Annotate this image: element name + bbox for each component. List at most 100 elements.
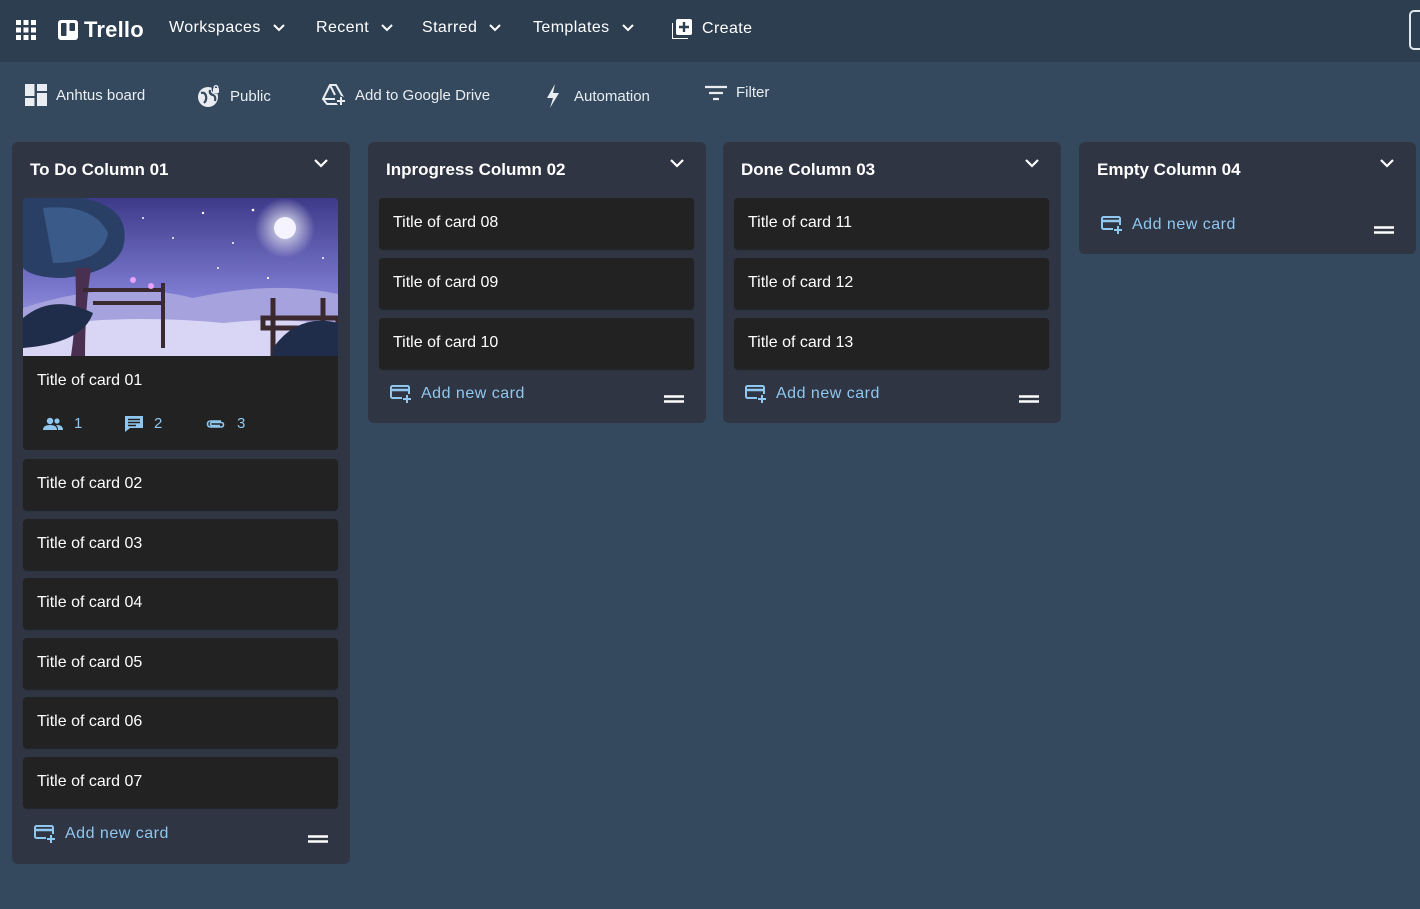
card-title: Title of card 01 bbox=[37, 372, 143, 389]
column-footer: Add new card bbox=[723, 375, 1061, 419]
card[interactable]: Title of card 04 bbox=[23, 578, 338, 629]
card-title: Title of card 09 bbox=[393, 274, 499, 291]
card[interactable]: Title of card 12 bbox=[734, 258, 1049, 309]
column-title: To Do Column 01 bbox=[30, 160, 169, 179]
visibility-label: Public bbox=[230, 87, 271, 105]
card-title: Title of card 11 bbox=[748, 214, 853, 231]
column-todo: To Do Column 01 Title of card 01 1 2 3 T… bbox=[12, 142, 350, 864]
nav-templates[interactable]: Templates bbox=[533, 19, 634, 37]
column-menu-chevron-icon[interactable] bbox=[1025, 159, 1039, 168]
card[interactable]: Title of card 11 bbox=[734, 198, 1049, 249]
app-name: Trello bbox=[84, 17, 144, 42]
card[interactable]: Title of card 10 bbox=[379, 318, 694, 369]
card-with-cover[interactable]: Title of card 01 1 2 3 bbox=[23, 198, 338, 450]
card[interactable]: Title of card 02 bbox=[23, 459, 338, 510]
attachments-count: 3 bbox=[237, 415, 246, 432]
card-comments: 2 bbox=[125, 415, 162, 432]
column-menu-chevron-icon[interactable] bbox=[670, 159, 684, 168]
drag-handle-icon[interactable] bbox=[1019, 395, 1039, 403]
card[interactable]: Title of card 09 bbox=[379, 258, 694, 309]
filter-icon bbox=[705, 85, 727, 101]
drag-handle-icon[interactable] bbox=[664, 395, 684, 403]
nav-templates-label: Templates bbox=[533, 19, 610, 36]
filter-button[interactable]: Filter bbox=[705, 84, 769, 101]
nav-workspaces[interactable]: Workspaces bbox=[169, 19, 285, 37]
card-title: Title of card 03 bbox=[37, 535, 143, 552]
card[interactable]: Title of card 07 bbox=[23, 757, 338, 808]
bolt-icon bbox=[545, 84, 561, 108]
apps-grid-icon[interactable] bbox=[16, 20, 36, 40]
column-title: Empty Column 04 bbox=[1097, 160, 1241, 179]
card-attachments: 3 bbox=[206, 415, 245, 432]
nav-workspaces-label: Workspaces bbox=[169, 19, 261, 36]
filter-label: Filter bbox=[736, 84, 770, 101]
trello-logo-icon bbox=[58, 20, 78, 40]
card-title: Title of card 02 bbox=[37, 475, 143, 492]
add-card-icon bbox=[390, 385, 412, 403]
card-title: Title of card 04 bbox=[37, 594, 143, 611]
column-footer: Add new card bbox=[1079, 206, 1416, 250]
column-footer: Add new card bbox=[368, 375, 706, 419]
drag-handle-icon[interactable] bbox=[308, 835, 328, 843]
create-button[interactable]: Create bbox=[672, 19, 752, 39]
add-card-button[interactable]: Add new card bbox=[745, 385, 880, 403]
chevron-down-icon bbox=[381, 24, 393, 32]
card[interactable]: Title of card 05 bbox=[23, 638, 338, 689]
google-drive-label: Add to Google Drive bbox=[355, 86, 491, 104]
add-card-label: Add new card bbox=[1132, 216, 1236, 233]
add-card-label: Add new card bbox=[65, 825, 169, 842]
attachment-icon bbox=[206, 419, 226, 429]
card-title: Title of card 12 bbox=[748, 274, 854, 291]
dashboard-icon bbox=[25, 84, 47, 106]
card-title: Title of card 10 bbox=[393, 334, 499, 351]
add-card-icon bbox=[1101, 216, 1123, 234]
nav-recent-label: Recent bbox=[316, 19, 370, 36]
drag-handle-icon[interactable] bbox=[1374, 226, 1394, 234]
nav-recent[interactable]: Recent bbox=[316, 19, 393, 37]
card[interactable]: Title of card 03 bbox=[23, 519, 338, 570]
add-card-button[interactable]: Add new card bbox=[1101, 216, 1236, 234]
board-name-button[interactable]: Anhtus board bbox=[25, 84, 145, 106]
add-box-icon bbox=[672, 19, 692, 39]
profile-button[interactable] bbox=[1409, 10, 1420, 50]
card[interactable]: Title of card 08 bbox=[379, 198, 694, 249]
add-card-label: Add new card bbox=[421, 385, 525, 402]
app-logo[interactable]: Trello bbox=[58, 17, 144, 43]
create-label: Create bbox=[702, 20, 753, 37]
comment-icon bbox=[125, 415, 143, 432]
card-title: Title of card 05 bbox=[37, 654, 143, 671]
chevron-down-icon bbox=[489, 24, 501, 32]
card-title: Title of card 13 bbox=[748, 334, 854, 351]
board-name: Anhtus board bbox=[56, 86, 146, 104]
comments-count: 2 bbox=[154, 415, 163, 432]
card-title: Title of card 06 bbox=[37, 713, 143, 730]
nav-starred[interactable]: Starred bbox=[422, 19, 501, 37]
add-card-button[interactable]: Add new card bbox=[390, 385, 525, 403]
add-to-drive-icon bbox=[322, 84, 346, 106]
column-inprogress: Inprogress Column 02 Title of card 08 Ti… bbox=[368, 142, 706, 423]
add-card-button[interactable]: Add new card bbox=[34, 825, 169, 843]
column-footer: Add new card bbox=[12, 815, 350, 859]
column-title: Done Column 03 bbox=[741, 160, 876, 179]
card-title: Title of card 08 bbox=[393, 214, 499, 231]
google-drive-button[interactable]: Add to Google Drive bbox=[322, 84, 490, 106]
public-globe-icon bbox=[197, 84, 221, 108]
add-card-icon bbox=[34, 825, 56, 843]
card-members: 1 bbox=[43, 415, 82, 432]
column-menu-chevron-icon[interactable] bbox=[314, 159, 328, 168]
column-title: Inprogress Column 02 bbox=[386, 160, 566, 179]
members-count: 1 bbox=[74, 415, 83, 432]
card-title: Title of card 07 bbox=[37, 773, 143, 790]
card-cover-image bbox=[23, 198, 338, 356]
top-app-bar: Trello Workspaces Recent Starred Templat… bbox=[0, 0, 1420, 62]
automation-button[interactable]: Automation bbox=[545, 84, 650, 108]
group-icon bbox=[43, 417, 63, 431]
card[interactable]: Title of card 13 bbox=[734, 318, 1049, 369]
add-card-icon bbox=[745, 385, 767, 403]
nav-starred-label: Starred bbox=[422, 19, 478, 36]
card[interactable]: Title of card 06 bbox=[23, 697, 338, 748]
column-done: Done Column 03 Title of card 11 Title of… bbox=[723, 142, 1061, 423]
chevron-down-icon bbox=[621, 24, 634, 32]
column-menu-chevron-icon[interactable] bbox=[1380, 159, 1394, 168]
visibility-button[interactable]: Public bbox=[197, 84, 271, 108]
